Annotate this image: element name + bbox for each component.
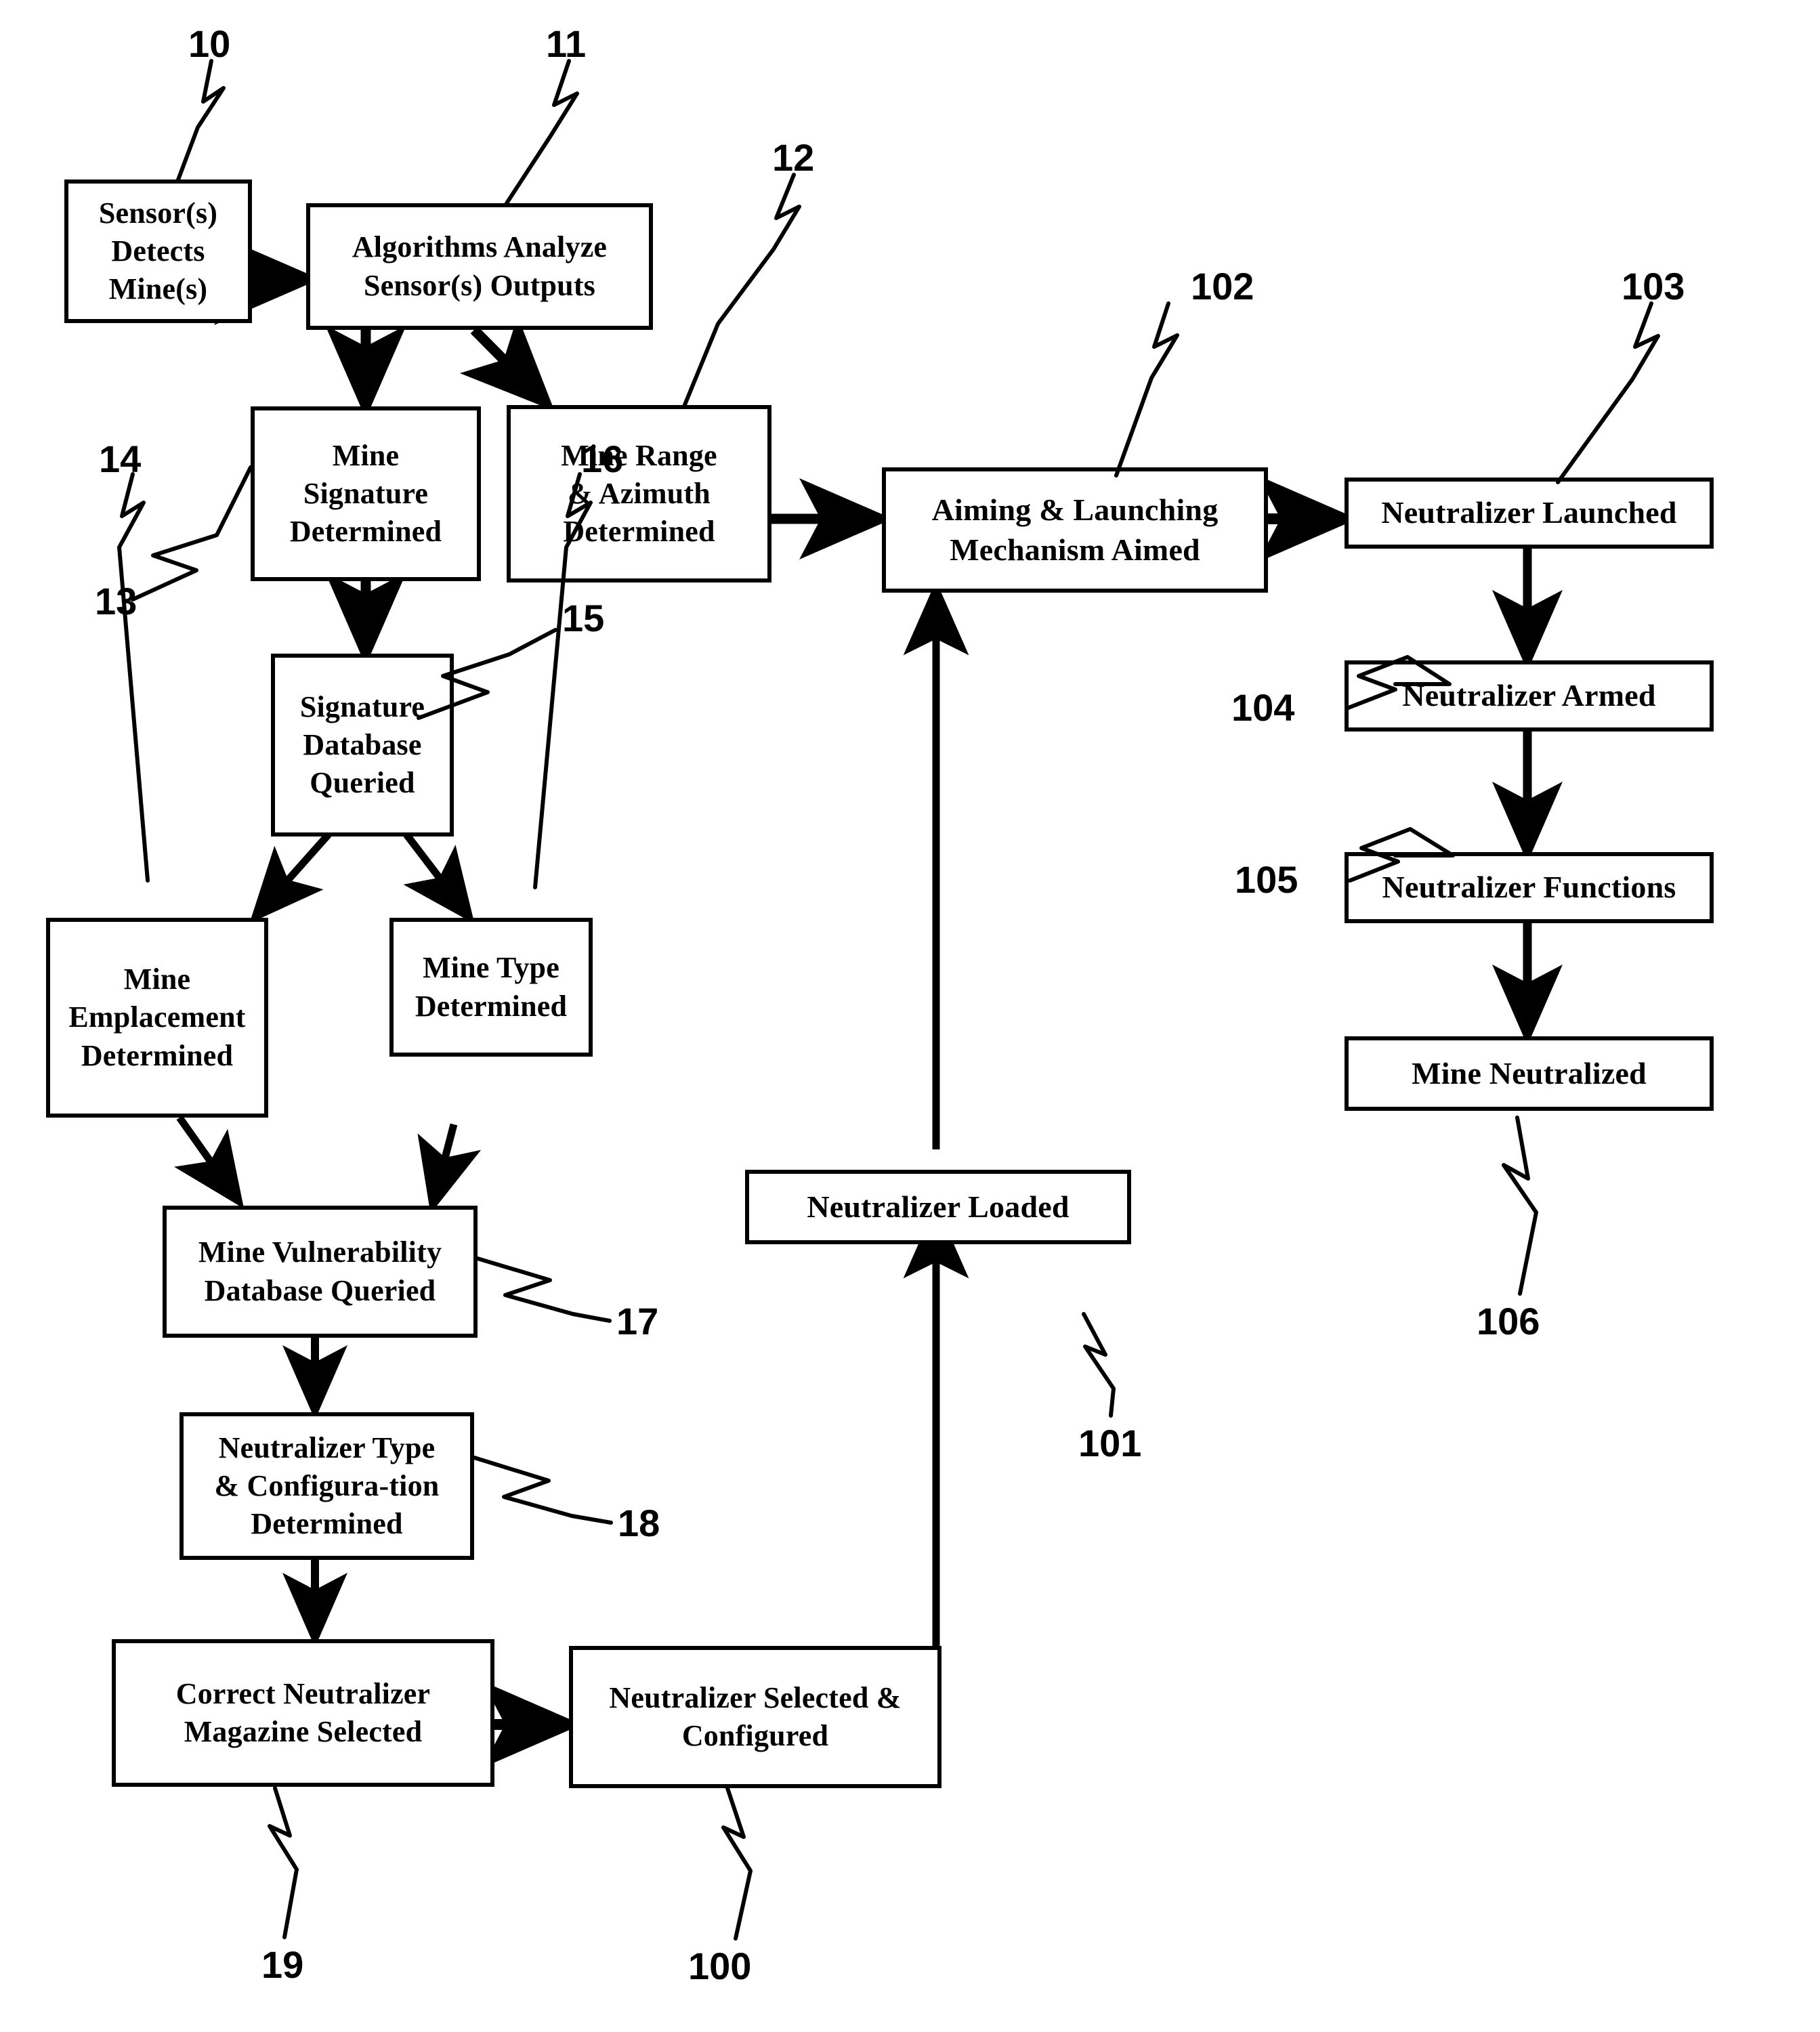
reference-numeral-10: 10 bbox=[188, 22, 231, 65]
node-line: Determined bbox=[563, 515, 715, 549]
reference-numeral-18: 18 bbox=[618, 1502, 660, 1544]
node-line: Neutralizer Armed bbox=[1402, 678, 1656, 713]
leader-103 bbox=[1556, 301, 1660, 484]
wire-algorithms-to-range bbox=[459, 316, 555, 411]
wire-db-to-emplacement bbox=[249, 832, 332, 924]
node-line: & Configura-tion bbox=[214, 1468, 440, 1502]
node-line: Determined bbox=[289, 515, 442, 549]
node-line: Determined bbox=[251, 1507, 403, 1541]
patent-flowchart-figure: Sensor(s) Detects Mine(s) Algorithms Ana… bbox=[0, 0, 1820, 2032]
reference-numeral-106: 106 bbox=[1477, 1300, 1540, 1342]
node-line: Determined bbox=[81, 1038, 234, 1072]
node-line: Mine bbox=[123, 962, 191, 996]
leader-11 bbox=[505, 59, 579, 205]
node-line: Mine Type bbox=[423, 951, 559, 985]
node-mine-range-azimuth-determined: Mine Range & Azimuth Determined bbox=[507, 405, 771, 583]
node-signature-database-queried: Signature Database Queried bbox=[271, 654, 454, 837]
node-line: Sensor(s) bbox=[98, 196, 218, 230]
leader-106 bbox=[1502, 1116, 1538, 1296]
node-sensors-detect: Sensor(s) Detects Mine(s) bbox=[64, 179, 252, 323]
node-line: Mine Vulnerability bbox=[198, 1235, 442, 1269]
reference-numeral-11: 11 bbox=[546, 22, 587, 65]
wire-minetype-to-vulndb bbox=[417, 1123, 482, 1214]
reference-numeral-100: 100 bbox=[688, 1945, 752, 1987]
leader-14 bbox=[117, 472, 150, 883]
node-line: Neutralizer Selected & bbox=[609, 1680, 902, 1714]
node-mine-type-determined: Mine Type Determined bbox=[389, 918, 593, 1057]
leader-102 bbox=[1114, 301, 1179, 478]
leader-18 bbox=[472, 1456, 613, 1525]
node-mine-vulnerability-database-queried: Mine Vulnerability Database Queried bbox=[163, 1206, 478, 1338]
node-line: Emplacement bbox=[68, 1000, 246, 1034]
node-line: Queried bbox=[310, 766, 415, 800]
node-neutralizer-selected-configured: Neutralizer Selected & Configured bbox=[569, 1646, 941, 1788]
node-mine-emplacement-determined: Mine Emplacement Determined bbox=[46, 918, 268, 1118]
node-line: Neutralizer Launched bbox=[1381, 495, 1677, 530]
node-mine-signature-determined: Mine Signature Determined bbox=[251, 406, 481, 581]
node-line: Signature bbox=[303, 476, 429, 510]
node-correct-neutralizer-magazine-selected: Correct Neutralizer Magazine Selected bbox=[112, 1639, 494, 1787]
reference-numeral-17: 17 bbox=[616, 1300, 659, 1342]
node-line: Neutralizer Loaded bbox=[807, 1189, 1070, 1224]
node-line: Configured bbox=[681, 1719, 829, 1752]
node-line: Database Queried bbox=[204, 1273, 436, 1307]
leader-13 bbox=[131, 465, 253, 601]
leader-100 bbox=[721, 1786, 753, 1941]
reference-numeral-13: 13 bbox=[95, 580, 137, 622]
node-line: Correct Neutralizer bbox=[175, 1676, 431, 1710]
node-aiming-launching-mechanism-aimed: Aiming & Launching Mechanism Aimed bbox=[882, 467, 1268, 593]
leader-12 bbox=[682, 173, 801, 408]
node-line: Mine Neutralized bbox=[1412, 1055, 1647, 1091]
node-line: Neutralizer Type bbox=[218, 1431, 436, 1464]
node-algorithms-analyze: Algorithms Analyze Sensor(s) Outputs bbox=[306, 203, 653, 330]
node-line: Determined bbox=[415, 989, 568, 1023]
reference-numeral-105: 105 bbox=[1235, 858, 1298, 901]
reference-numeral-103: 103 bbox=[1622, 265, 1685, 308]
leader-17 bbox=[475, 1256, 612, 1323]
node-line: Aiming & Launching bbox=[931, 492, 1219, 527]
node-line: Neutralizer Functions bbox=[1382, 870, 1676, 905]
leader-19 bbox=[268, 1786, 299, 1939]
node-line: Magazine Selected bbox=[184, 1715, 423, 1748]
reference-numeral-101: 101 bbox=[1078, 1422, 1142, 1464]
reference-numeral-15: 15 bbox=[562, 597, 605, 639]
wire-db-to-minetype bbox=[403, 832, 475, 924]
leader-10 bbox=[175, 59, 226, 184]
node-line: Mine(s) bbox=[108, 272, 208, 306]
leader-101 bbox=[1082, 1312, 1116, 1418]
reference-numeral-16: 16 bbox=[581, 438, 624, 480]
node-neutralizer-type-configuration-determined: Neutralizer Type & Configura-tion Determ… bbox=[179, 1412, 474, 1560]
reference-numeral-14: 14 bbox=[99, 438, 142, 480]
node-mine-neutralized: Mine Neutralized bbox=[1345, 1036, 1714, 1111]
node-neutralizer-launched: Neutralizer Launched bbox=[1345, 478, 1714, 549]
node-line: Sensor(s) Outputs bbox=[363, 268, 595, 302]
node-neutralizer-armed: Neutralizer Armed bbox=[1345, 660, 1714, 732]
node-neutralizer-functions: Neutralizer Functions bbox=[1345, 852, 1714, 923]
node-neutralizer-loaded: Neutralizer Loaded bbox=[745, 1170, 1131, 1244]
node-line: Detects bbox=[111, 234, 205, 268]
reference-numeral-104: 104 bbox=[1231, 686, 1295, 729]
node-line: Database bbox=[303, 727, 422, 761]
node-line: Algorithms Analyze bbox=[352, 230, 608, 264]
node-line: Mine bbox=[332, 438, 400, 472]
node-line: Mechanism Aimed bbox=[950, 532, 1200, 567]
reference-numeral-12: 12 bbox=[772, 136, 815, 179]
reference-numeral-102: 102 bbox=[1191, 265, 1254, 308]
reference-numeral-19: 19 bbox=[261, 1943, 304, 1986]
wire-emplacement-to-vulndb bbox=[174, 1115, 245, 1209]
node-line: Signature bbox=[299, 690, 425, 723]
